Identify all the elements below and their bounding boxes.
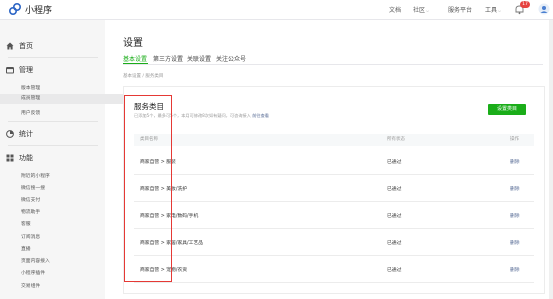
sidebar-section-manage[interactable]: 管理	[6, 65, 33, 75]
sidebar-item-search[interactable]: 微信搜一搜	[21, 184, 45, 191]
sidebar-divider	[8, 145, 98, 146]
sidebar: 首页 管理 版本管理 成员管理 用户反馈 统计 功能 附近的小程序 微信搜一搜 …	[0, 20, 126, 299]
sidebar-item-subscribe[interactable]: 订阅消息	[21, 233, 40, 240]
sidebar-divider	[8, 57, 98, 58]
sidebar-home-label: 首页	[19, 42, 33, 50]
delete-link[interactable]: 删除	[510, 239, 520, 246]
sidebar-item-home[interactable]: 首页	[6, 41, 33, 51]
status-text: 已通过	[387, 268, 402, 273]
breadcrumb: 基本设置 / 服务类目	[123, 74, 164, 79]
sidebar-item-service[interactable]: 客服	[21, 220, 31, 227]
notification-badge: 17	[520, 1, 530, 8]
nav-community[interactable]: 社区⌵	[413, 5, 429, 14]
sidebar-stats-label: 统计	[19, 130, 33, 138]
tab-follow-account[interactable]: 关注公众号	[216, 54, 246, 63]
nav-docs[interactable]: 文档	[389, 5, 401, 14]
sidebar-section-stats[interactable]: 统计	[6, 129, 33, 139]
app-title[interactable]: 小程序	[25, 3, 52, 16]
status-text: 已通过	[387, 214, 402, 219]
folder-icon	[6, 67, 14, 74]
mini-program-logo-icon[interactable]	[8, 2, 22, 16]
delete-link[interactable]: 删除	[510, 266, 520, 273]
set-category-button[interactable]: 设置类目	[488, 104, 526, 115]
sidebar-section-features[interactable]: 功能	[6, 153, 33, 163]
annotation-highlight-box	[124, 95, 172, 282]
tab-related[interactable]: 关联设置	[187, 54, 211, 63]
status-text: 已通过	[387, 160, 402, 165]
column-header-status: 所有状态	[387, 137, 405, 142]
nav-service-platform[interactable]: 服务平台	[448, 5, 472, 14]
table-row: 商家自营 > 服装 已通过 删除	[134, 147, 534, 175]
home-icon	[6, 42, 14, 50]
column-header-action: 操作	[510, 137, 519, 142]
tab-basic[interactable]: 基本设置	[123, 54, 147, 63]
sidebar-features-label: 功能	[19, 154, 33, 162]
main-content: 设置 基本设置 第三方设置 关联设置 关注公众号 基本设置 / 服务类目 服务类…	[105, 20, 553, 299]
page-title: 设置	[123, 38, 143, 49]
details-link[interactable]: 前往查看	[252, 113, 269, 118]
table-row: 商家自营 > 家电/数码/手机 已通过 删除	[134, 201, 534, 229]
tabs-divider	[123, 64, 543, 65]
sidebar-item-feedback[interactable]: 用户反馈	[21, 109, 40, 116]
sidebar-manage-label: 管理	[19, 66, 33, 74]
sidebar-divider	[8, 121, 98, 122]
table-row: 商家自营 > 美妆/洗护 已通过 删除	[134, 174, 534, 202]
sidebar-item-pay[interactable]: 微信支付	[21, 196, 40, 203]
delete-link[interactable]: 删除	[510, 212, 520, 219]
sidebar-item-plugin[interactable]: 小程序插件	[21, 269, 45, 276]
tab-third-party[interactable]: 第三方设置	[153, 54, 183, 63]
delete-link[interactable]: 删除	[510, 185, 520, 192]
top-bar: 小程序 文档 社区⌵ 服务平台 工具⌵ 17	[0, 0, 553, 20]
sidebar-item-version[interactable]: 版本管理	[21, 84, 40, 91]
sidebar-item-trade[interactable]: 交易组件	[21, 282, 40, 289]
status-text: 已通过	[387, 187, 402, 192]
delete-link[interactable]: 删除	[510, 158, 520, 165]
nav-tools[interactable]: 工具⌵	[485, 5, 501, 14]
stats-icon	[6, 130, 14, 138]
table-header: 类目名称 所有状态 操作	[134, 134, 534, 146]
status-text: 已通过	[387, 241, 402, 246]
active-tab-indicator	[123, 63, 148, 64]
sidebar-item-content[interactable]: 页面内容接入	[21, 257, 50, 264]
sidebar-item-logistics[interactable]: 物流助手	[21, 208, 40, 215]
table-row: 商家自营 > 家居/家具/工艺品 已通过 删除	[134, 228, 534, 256]
sidebar-item-nearby[interactable]: 附近的小程序	[21, 172, 50, 179]
grid-icon	[6, 154, 14, 162]
table-row: 商家自营 > 宠物/农资 已通过 删除	[134, 255, 534, 283]
chevron-down-icon: ⌵	[498, 8, 502, 13]
scrollbar[interactable]	[549, 20, 553, 299]
sidebar-item-live[interactable]: 直播	[21, 245, 31, 252]
service-category-panel: 服务类目 已添加5个，最多可5个，本月可修改8次如有疑问，可咨询接入 前往查看 …	[123, 86, 545, 294]
chevron-down-icon: ⌵	[426, 8, 430, 13]
avatar[interactable]	[538, 3, 550, 15]
